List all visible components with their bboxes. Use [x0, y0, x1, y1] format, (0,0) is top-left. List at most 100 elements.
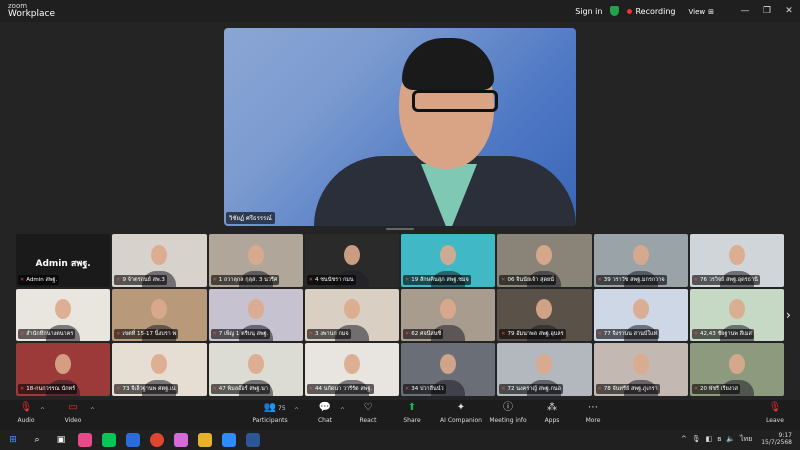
chat-label: Chat	[317, 417, 333, 424]
mic-muted-icon: ✕	[212, 386, 217, 392]
tray-expand-icon[interactable]: ^	[681, 435, 687, 443]
grid-icon: ⊞	[708, 7, 714, 16]
share-button[interactable]: ⬆ Share	[387, 402, 437, 424]
mic-muted-icon: ✕	[405, 276, 410, 283]
participant-face	[247, 353, 264, 374]
participant-face	[343, 244, 360, 265]
ai-label: AI Companion	[440, 417, 482, 424]
participant-tile[interactable]: ✕ 47 พิมลอ๊อร์ สพฐ.นา	[208, 343, 303, 396]
mic-muted-icon: ✕	[597, 276, 602, 283]
copilot-icon[interactable]	[78, 433, 92, 447]
view-button[interactable]: View ⊞	[686, 7, 715, 16]
mic-muted-icon: ✕	[597, 331, 602, 338]
mic-muted-icon: ✕	[501, 331, 506, 338]
ime-lang[interactable]: ไทย	[740, 434, 752, 445]
participant-face	[247, 299, 264, 320]
participant-name: 76 วรวิจย์ สพฐ.อุดรธานี	[699, 276, 758, 283]
participant-tile[interactable]: Admin สพฐ. ✕ Admin สพฐ.	[16, 234, 111, 287]
task-view-icon[interactable]: ▣	[54, 433, 68, 447]
audio-label: Audio	[17, 417, 35, 424]
next-page-icon[interactable]: ›	[786, 308, 791, 322]
participant-name-tag: ✕ 72 นงคราญ์ สพฐ.กนอ	[499, 384, 563, 394]
participant-tile[interactable]: ✕ 72 นงคราญ์ สพฐ.กนอ	[497, 343, 592, 396]
share-label: Share	[403, 417, 421, 424]
line-app-icon[interactable]	[102, 433, 116, 447]
participant-name-tag: ✕ 9 จ้าตรถนย์ สพ.3	[114, 274, 167, 285]
participant-name-tag: ✕ 79 อัมนาพล สพฐ.อุบลร	[499, 329, 566, 340]
maximize-icon[interactable]: ❐	[756, 6, 778, 16]
participant-tile[interactable]: ✕ 3 งพานก กมจ	[304, 288, 399, 342]
participant-tile[interactable]: ✕ 1 ถวาลุกล กุลุส. 3 นวรีศ	[208, 234, 303, 287]
participant-name-tag: ✕ 34 ปวาลีนน์ว่	[403, 384, 446, 394]
video-label: Video	[64, 417, 82, 424]
participant-tile[interactable]: ✕ เขตที่ 15-17 นิ้งบรา พ	[112, 288, 207, 342]
close-icon[interactable]: ✕	[778, 6, 800, 16]
minimize-icon[interactable]: —	[734, 6, 756, 16]
view-label: View	[688, 7, 706, 16]
participant-tile[interactable]: ✕ 9 จ้าตรถนย์ สพ.3	[112, 234, 207, 287]
participant-name: 77 จิงรานน สานบ์ใแท	[603, 331, 658, 338]
participant-tile[interactable]: ✕ 7 เพ็ญ 1 ตรีบนุ สพฐ.	[208, 288, 303, 342]
participant-tile[interactable]: ✕ 20 พัชรี เรียงวส	[689, 343, 784, 396]
audio-options-icon[interactable]: ^	[40, 407, 45, 414]
participant-name: 78 จันทรีย์ สพฐ.ภูเกรา	[603, 386, 658, 392]
participant-face	[536, 299, 553, 320]
calculator-icon[interactable]	[126, 433, 140, 447]
recording-indicator[interactable]: Recording	[627, 7, 676, 16]
meeting-info-button[interactable]: ⓘ Meeting info	[483, 402, 533, 424]
record-dot-icon	[627, 8, 633, 14]
participants-options-icon[interactable]: ^	[294, 407, 299, 414]
sparkle-icon: ✦	[456, 402, 466, 413]
file-explorer-icon[interactable]	[198, 433, 212, 447]
participant-name-tag: ✕ 3 งพานก กมจ	[306, 329, 351, 340]
participant-tile[interactable]: ✕ 62 ศจนีสนซิ่	[401, 288, 496, 342]
shield-icon[interactable]	[610, 6, 620, 16]
zoom-taskbar-icon[interactable]	[222, 433, 236, 447]
zoom-logo: zoom Workplace	[8, 2, 55, 19]
participant-display-name: Admin สพฐ.	[35, 259, 91, 269]
chrome-icon[interactable]	[150, 433, 164, 447]
participant-tile[interactable]: ✕ 44 นกัดนา วารีรัต สพฐ.	[304, 343, 399, 396]
participant-name-tag: ✕ 73 จีเล็วฐานพ ศตฐ.เน	[114, 384, 178, 394]
search-icon[interactable]: ⌕	[30, 433, 44, 447]
participant-name-tag: ✕ 4 ชนนัชรา กมน	[306, 274, 356, 285]
participant-tile[interactable]: ✕ 39 วราวัช สพฐ.มกรกวาจ	[593, 234, 688, 287]
react-button[interactable]: ♡ React	[343, 402, 393, 424]
bluetooth-icon[interactable]: ʙ	[717, 435, 721, 443]
more-button[interactable]: ⋯ More	[568, 402, 618, 424]
participant-tile[interactable]: ✕ 18-กนกวรรณ นักทร์	[16, 343, 111, 396]
participant-tile[interactable]: ✕ 34 ปวาลีนน์ว่	[401, 343, 496, 396]
mic-muted-icon: ✕	[501, 386, 506, 392]
leave-button[interactable]: 🎙 Leave	[750, 402, 800, 424]
participant-tile[interactable]: ✕ 4 ชนนัชรา กมน	[304, 234, 399, 287]
participant-name: สำนักทึกนางตนาคร	[26, 331, 74, 338]
participant-tile[interactable]: ✕ สำนักทึกนางตนาคร	[16, 288, 111, 342]
volume-icon[interactable]: 🔈	[726, 435, 735, 443]
sign-in-link[interactable]: Sign in	[575, 7, 602, 16]
participant-tile[interactable]: ✕ 78 จันทรีย์ สพฐ.ภูเกรา	[593, 343, 688, 396]
more-icon: ⋯	[588, 402, 598, 413]
tray-mic-icon[interactable]: 🎙	[692, 435, 701, 443]
clock[interactable]: 9:17 15/7/2568	[761, 432, 792, 446]
participant-tile[interactable]: ✕ 79 อัมนาพล สพฐ.อุบลร	[497, 288, 592, 342]
participant-tile[interactable]: ✕ 19 สักษคินสุภ สพฐ.ชมจ	[401, 234, 496, 287]
resize-handle[interactable]	[386, 228, 414, 230]
participants-button[interactable]: 👥 Participants	[245, 402, 295, 424]
color-app-icon[interactable]	[174, 433, 188, 447]
active-speaker-video[interactable]: วิชัยฏ์ ศรีธรรรณ์	[224, 28, 576, 226]
meeting-toolbar: 🎙 Audio ^ ▭ Video ^ 👥 Participants 75 ^ 💬 Ch…	[0, 400, 800, 430]
ai-companion-button[interactable]: ✦ AI Companion	[432, 402, 490, 424]
word-icon[interactable]	[246, 433, 260, 447]
start-icon[interactable]: ⊞	[6, 433, 20, 447]
mic-muted-icon: ✕	[212, 331, 217, 338]
participant-tile[interactable]: ✕ 06 จินนัยเจ้า สุดยนั่	[497, 234, 592, 287]
speaker-glasses	[412, 90, 498, 112]
participant-face	[632, 353, 649, 374]
participant-tile[interactable]: ✕ 77 จิงรานน สานบ์ใแท	[593, 288, 688, 342]
video-options-icon[interactable]: ^	[90, 407, 95, 414]
participant-tile[interactable]: ✕ 42,43 ชัยฐานพ สีเมส	[689, 288, 784, 342]
participant-face	[343, 299, 360, 320]
participant-tile[interactable]: ✕ 76 วรวิจย์ สพฐ.อุดรธานี	[689, 234, 784, 287]
participant-tile[interactable]: ✕ 73 จีเล็วฐานพ ศตฐ.เน	[112, 343, 207, 396]
tray-app-icon[interactable]: ◧	[706, 435, 713, 443]
